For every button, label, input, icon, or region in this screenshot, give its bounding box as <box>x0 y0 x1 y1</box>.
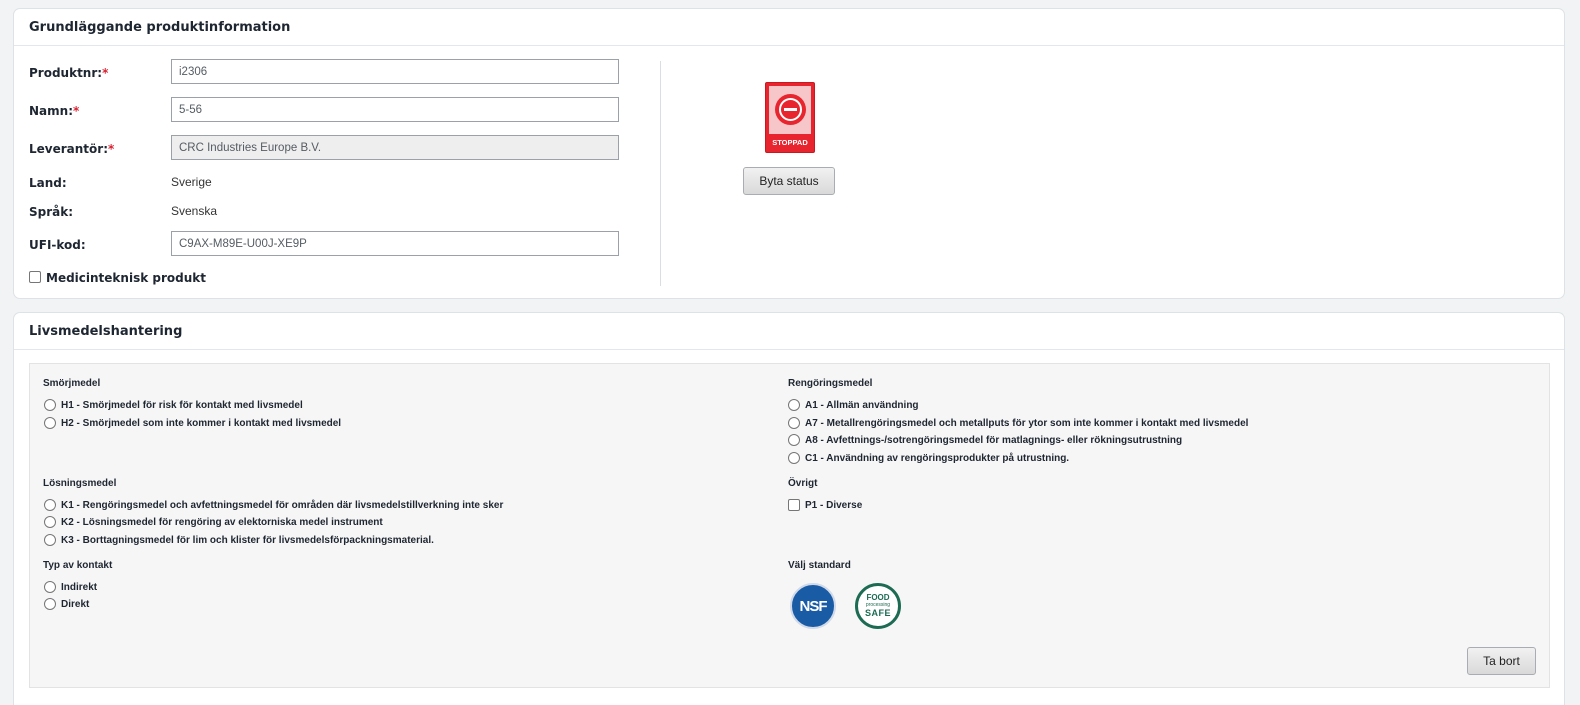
medicinteknisk-label: Medicinteknisk produkt <box>46 271 206 285</box>
option-indirekt-label: Indirekt <box>61 582 98 593</box>
land-value: Sverige <box>171 175 212 189</box>
fps-line3: SAFE <box>864 608 891 618</box>
basic-info-card: Grundläggande produktinformation Produkt… <box>13 8 1565 299</box>
produktnr-input[interactable] <box>171 59 619 84</box>
stop-icon <box>775 94 806 125</box>
food-handling-panel: Smörjmedel H1 - Smörjmedel för risk för … <box>29 363 1550 688</box>
leverantor-label: Leverantör:* <box>29 142 115 156</box>
namn-input[interactable] <box>171 97 619 122</box>
radio-c1[interactable] <box>788 452 800 464</box>
option-k2-label: K2 - Lösningsmedel för rengöring av elek… <box>61 517 383 528</box>
option-a7-label: A7 - Metallrengöringsmedel och metallput… <box>805 418 1249 429</box>
sprak-value: Svenska <box>171 204 218 218</box>
food-processing-safe-logo[interactable]: FOOD processing SAFE <box>855 583 901 629</box>
required-mark: * <box>73 104 80 118</box>
option-p1-label: P1 - Diverse <box>805 500 863 511</box>
option-h1-label: H1 - Smörjmedel för risk för kontakt med… <box>61 400 303 411</box>
radio-h2[interactable] <box>44 417 56 429</box>
radio-a1[interactable] <box>788 399 800 411</box>
remove-button[interactable]: Ta bort <box>1467 647 1536 675</box>
standard-title: Välj standard <box>788 560 851 571</box>
leverantor-input <box>171 135 619 160</box>
status-badge-inner <box>769 86 811 134</box>
option-k3-label: K3 - Borttagningsmedel för lim och klist… <box>61 535 434 546</box>
basic-info-title: Grundläggande produktinformation <box>29 20 291 35</box>
option-direkt-label: Direkt <box>61 599 90 610</box>
change-status-button[interactable]: Byta status <box>743 167 835 195</box>
checkbox-p1[interactable] <box>788 499 800 511</box>
radio-a8[interactable] <box>788 434 800 446</box>
rengoringsmedel-title: Rengöringsmedel <box>788 378 873 389</box>
medicinteknisk-checkbox[interactable] <box>29 271 41 283</box>
status-badge: STOPPAD <box>765 82 815 153</box>
kontakt-title: Typ av kontakt <box>43 560 113 571</box>
basic-info-header: Grundläggande produktinformation <box>14 9 1564 46</box>
produktnr-label: Produktnr:* <box>29 66 109 80</box>
nsf-logo[interactable]: NSF <box>790 583 836 629</box>
ufi-label: UFI-kod: <box>29 238 86 252</box>
land-label: Land: <box>29 176 67 190</box>
option-c1-label: C1 - Användning av rengöringsprodukter p… <box>805 453 1070 464</box>
sprak-label: Språk: <box>29 205 74 219</box>
option-k1-label: K1 - Rengöringsmedel och avfettningsmede… <box>61 500 504 511</box>
radio-k1[interactable] <box>44 499 56 511</box>
radio-direkt[interactable] <box>44 598 56 610</box>
radio-a7[interactable] <box>788 417 800 429</box>
nsf-logo-text: NSF <box>799 598 828 615</box>
radio-indirekt[interactable] <box>44 581 56 593</box>
food-handling-card: Livsmedelshantering Smörjmedel H1 - Smör… <box>13 312 1565 705</box>
ufi-input[interactable] <box>171 231 619 256</box>
radio-h1[interactable] <box>44 399 56 411</box>
losningsmedel-title: Lösningsmedel <box>43 478 117 489</box>
smorjmedel-title: Smörjmedel <box>43 378 101 389</box>
namn-label: Namn:* <box>29 104 80 118</box>
status-badge-text: STOPPAD <box>772 138 808 147</box>
radio-k3[interactable] <box>44 534 56 546</box>
food-handling-header: Livsmedelshantering <box>14 313 1564 350</box>
vertical-divider <box>660 61 661 286</box>
required-mark: * <box>108 142 115 156</box>
option-a8-label: A8 - Avfettnings-/sotrengöringsmedel för… <box>805 435 1183 446</box>
option-a1-label: A1 - Allmän användning <box>805 400 919 411</box>
option-h2-label: H2 - Smörjmedel som inte kommer i kontak… <box>61 418 342 429</box>
required-mark: * <box>102 66 109 80</box>
fps-line1: FOOD <box>866 593 890 602</box>
ovrigt-title: Övrigt <box>788 478 818 489</box>
food-handling-title: Livsmedelshantering <box>29 324 183 339</box>
radio-k2[interactable] <box>44 516 56 528</box>
